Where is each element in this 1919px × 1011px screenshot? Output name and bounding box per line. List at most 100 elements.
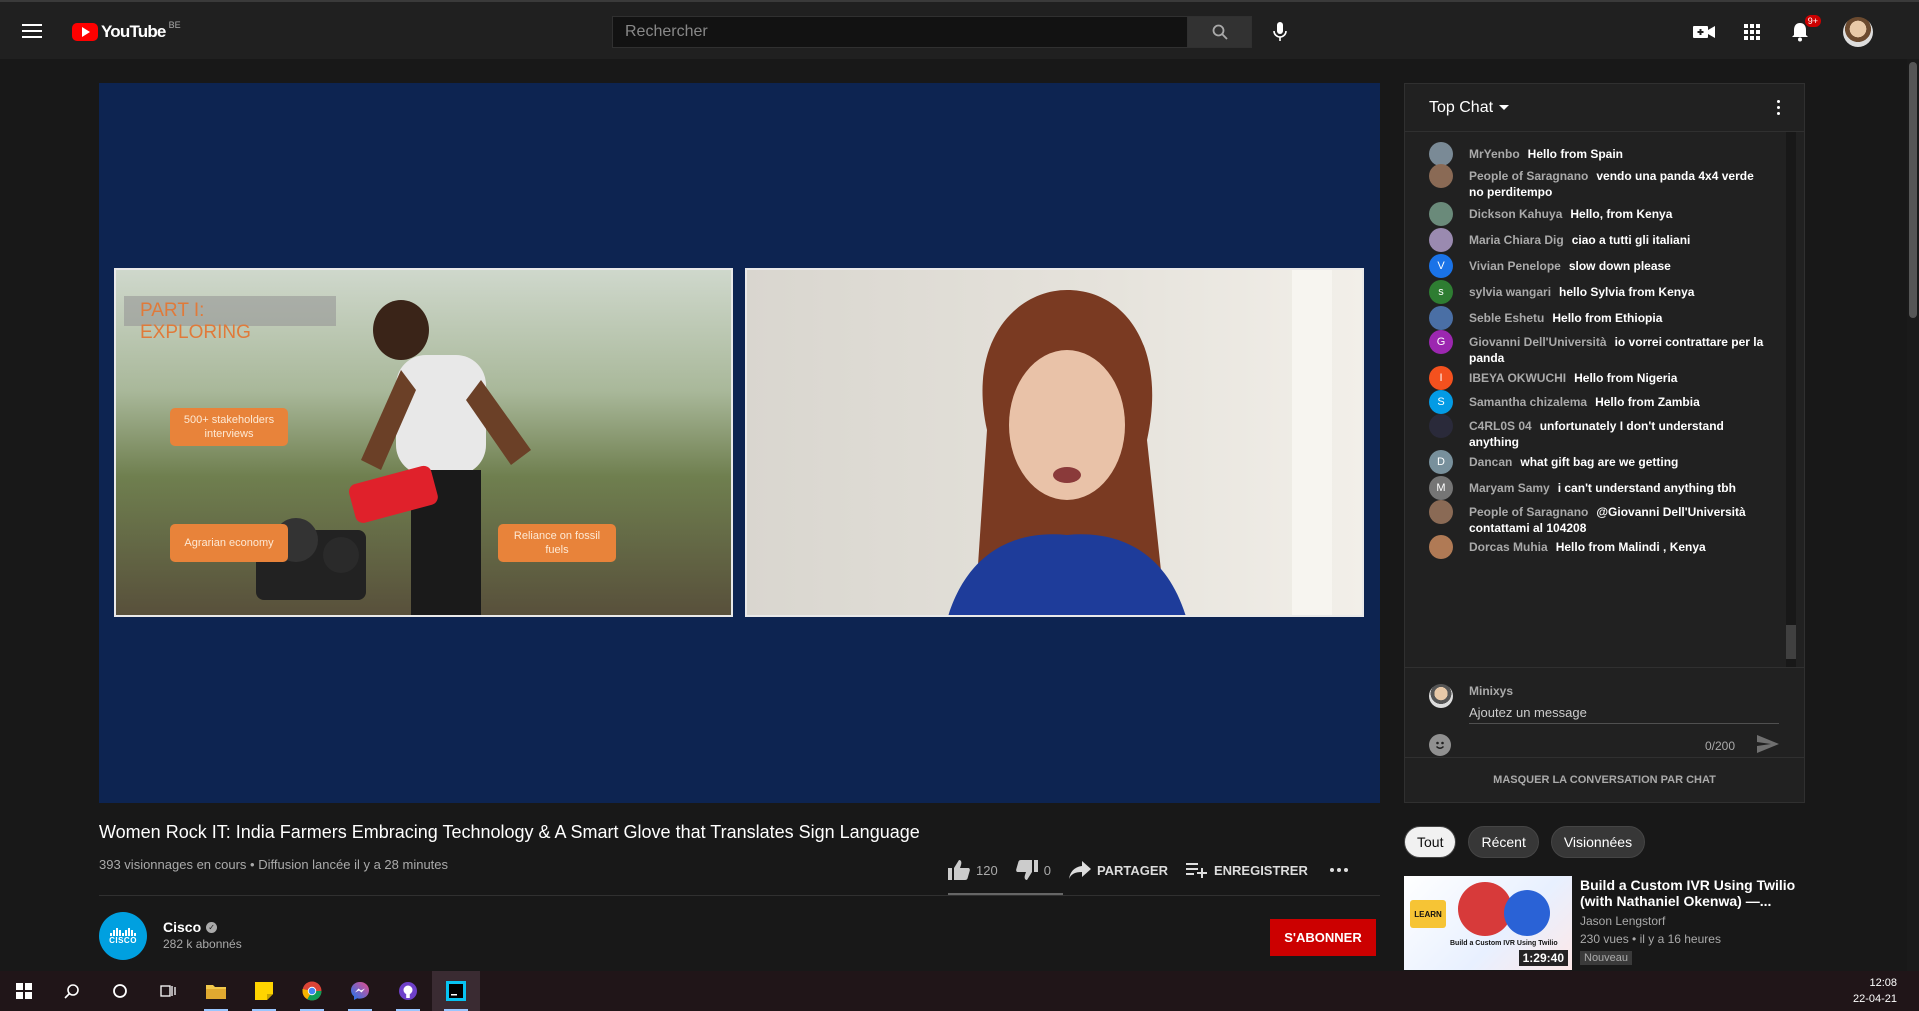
chat-message[interactable]: Dickson Kahuya Hello, from Kenya bbox=[1429, 202, 1769, 226]
chat-author-name[interactable]: Maryam Samy bbox=[1469, 481, 1550, 495]
chat-author-name[interactable]: Dickson Kahuya bbox=[1469, 207, 1562, 221]
chat-author-name[interactable]: Giovanni Dell'Università bbox=[1469, 335, 1607, 349]
like-button[interactable]: 120 bbox=[948, 860, 998, 880]
chat-author-avatar[interactable] bbox=[1429, 500, 1453, 524]
chat-author-avatar[interactable] bbox=[1429, 202, 1453, 226]
chat-author-name[interactable]: People of Saragnano bbox=[1469, 169, 1588, 183]
messenger-button[interactable] bbox=[336, 971, 384, 1011]
chat-author-avatar[interactable]: s bbox=[1429, 280, 1453, 304]
account-avatar[interactable] bbox=[1843, 17, 1873, 47]
chat-message[interactable]: People of Saragnano @Giovanni Dell'Univer… bbox=[1429, 500, 1769, 536]
channel-avatar[interactable]: CISCO bbox=[99, 912, 147, 960]
chat-message-text: Vivian Penelope slow down please bbox=[1469, 254, 1671, 278]
system-clock[interactable]: 12:08 22-04-21 bbox=[1853, 975, 1897, 1007]
chat-message[interactable]: MrYenbo Hello from Spain bbox=[1429, 142, 1769, 166]
chat-mode-dropdown[interactable]: Top Chat bbox=[1429, 99, 1510, 117]
recommended-author[interactable]: Jason Lengstorf bbox=[1580, 914, 1665, 928]
chip-recent[interactable]: Récent bbox=[1468, 826, 1539, 858]
subscribe-button[interactable]: S'ABONNER bbox=[1270, 919, 1376, 956]
chat-author-avatar[interactable] bbox=[1429, 306, 1453, 330]
chat-author-name[interactable]: C4RL0S 04 bbox=[1469, 419, 1532, 433]
chat-message[interactable]: Dorcas Muhia Hello from Malindi , Kenya bbox=[1429, 535, 1769, 559]
chat-author-name[interactable]: Dancan bbox=[1469, 455, 1512, 469]
chat-message-input[interactable] bbox=[1469, 702, 1779, 724]
chat-author-avatar[interactable] bbox=[1429, 414, 1453, 438]
voice-search-button[interactable] bbox=[1266, 18, 1294, 46]
chat-message-text: People of Saragnano vendo una panda 4x4 v… bbox=[1469, 164, 1769, 200]
chat-scrollbar[interactable] bbox=[1786, 132, 1796, 667]
chat-author-name[interactable]: Vivian Penelope bbox=[1469, 259, 1561, 273]
youtube-logo[interactable]: YouTube BE bbox=[72, 20, 181, 42]
chat-author-avatar[interactable]: G bbox=[1429, 330, 1453, 354]
chat-author-avatar[interactable]: S bbox=[1429, 390, 1453, 414]
chat-author-name[interactable]: Maria Chiara Dig bbox=[1469, 233, 1564, 247]
video-meta: 393 visionnages en cours • Diffusion lan… bbox=[99, 857, 449, 872]
chat-message[interactable]: People of Saragnano vendo una panda 4x4 v… bbox=[1429, 164, 1769, 200]
playlist-add-icon bbox=[1185, 863, 1207, 878]
chip-all[interactable]: Tout bbox=[1404, 826, 1457, 858]
chat-author-name[interactable]: MrYenbo bbox=[1469, 147, 1520, 161]
chat-author-avatar[interactable] bbox=[1429, 228, 1453, 252]
chat-author-avatar[interactable]: I bbox=[1429, 366, 1453, 390]
page-scrollbar-thumb[interactable] bbox=[1909, 62, 1917, 318]
chat-author-avatar[interactable]: M bbox=[1429, 476, 1453, 500]
chat-message[interactable]: I IBEYA OKWUCHI Hello from Nigeria bbox=[1429, 366, 1769, 390]
recommended-video[interactable]: LEARN Build a Custom IVR Using Twilio 1:… bbox=[1404, 876, 1804, 972]
messenger-icon bbox=[351, 982, 369, 1000]
chat-message[interactable]: D Dancan what gift bag are we getting bbox=[1429, 450, 1769, 474]
chrome-button[interactable] bbox=[288, 971, 336, 1011]
chat-message[interactable]: C4RL0S 04 unfortunately I don't understan… bbox=[1429, 414, 1769, 450]
webstorm-button[interactable] bbox=[432, 971, 480, 1011]
chat-message[interactable]: Maria Chiara Dig ciao a tutti gli italian… bbox=[1429, 228, 1769, 252]
dislike-button[interactable]: 0 bbox=[1015, 860, 1051, 880]
save-button[interactable]: ENREGISTRER bbox=[1185, 862, 1308, 878]
chat-message[interactable]: Seble Eshetu Hello from Ethiopia bbox=[1429, 306, 1769, 330]
search-button[interactable] bbox=[1188, 16, 1252, 48]
chat-message[interactable]: S Samantha chizalema Hello from Zambia bbox=[1429, 390, 1769, 414]
file-explorer-button[interactable] bbox=[192, 971, 240, 1011]
chip-watched[interactable]: Visionnées bbox=[1550, 826, 1646, 858]
notifications-button[interactable]: 9+ bbox=[1786, 15, 1821, 46]
create-video-button[interactable] bbox=[1690, 18, 1718, 46]
chat-author-name[interactable]: People of Saragnano bbox=[1469, 505, 1588, 519]
video-player[interactable]: PART I: EXPLORING 500+ stakeholders inte… bbox=[99, 83, 1380, 803]
start-button[interactable] bbox=[0, 971, 48, 1011]
task-view-button[interactable] bbox=[144, 971, 192, 1011]
chat-author-avatar[interactable] bbox=[1429, 535, 1453, 559]
chat-message[interactable]: G Giovanni Dell'Università io vorrei contr… bbox=[1429, 330, 1769, 366]
chat-author-name[interactable]: Dorcas Muhia bbox=[1469, 540, 1548, 554]
taskbar-search-button[interactable] bbox=[48, 971, 96, 1011]
chat-message[interactable]: M Maryam Samy i can't understand anything … bbox=[1429, 476, 1769, 500]
speaker-image bbox=[948, 290, 1186, 615]
chat-message-list[interactable]: MrYenbo Hello from Spain People of Saragna… bbox=[1405, 132, 1789, 667]
chat-menu-button[interactable] bbox=[1777, 100, 1780, 115]
chat-author-avatar[interactable] bbox=[1429, 142, 1453, 166]
chat-author-name[interactable]: IBEYA OKWUCHI bbox=[1469, 371, 1566, 385]
chat-author-name[interactable]: sylvia wangari bbox=[1469, 285, 1551, 299]
search-input[interactable] bbox=[612, 16, 1188, 48]
github-desktop-button[interactable] bbox=[384, 971, 432, 1011]
chat-scrollbar-thumb[interactable] bbox=[1786, 625, 1796, 659]
hide-chat-button[interactable]: MASQUER LA CONVERSATION PAR CHAT bbox=[1405, 757, 1804, 802]
share-button[interactable]: PARTAGER bbox=[1068, 861, 1168, 879]
chat-message[interactable]: s sylvia wangari hello Sylvia from Kenya bbox=[1429, 280, 1769, 304]
channel-name-link[interactable]: Cisco ✓ bbox=[163, 919, 218, 935]
chat-author-avatar[interactable] bbox=[1429, 164, 1453, 188]
dislike-count: 0 bbox=[1043, 862, 1051, 878]
recommended-title[interactable]: Build a Custom IVR Using Twilio (with Na… bbox=[1580, 877, 1800, 909]
sticky-notes-button[interactable] bbox=[240, 971, 288, 1011]
send-button[interactable] bbox=[1757, 735, 1779, 758]
chat-message-body: Hello, from Kenya bbox=[1570, 207, 1673, 221]
chat-author-name[interactable]: Seble Eshetu bbox=[1469, 311, 1544, 325]
chat-author-avatar[interactable]: D bbox=[1429, 450, 1453, 474]
chat-message-body: Hello from Malindi , Kenya bbox=[1555, 540, 1706, 554]
chat-author-name[interactable]: Samantha chizalema bbox=[1469, 395, 1587, 409]
cortana-button[interactable] bbox=[96, 971, 144, 1011]
apps-button[interactable] bbox=[1738, 18, 1766, 46]
emoji-button[interactable] bbox=[1429, 734, 1451, 756]
menu-icon[interactable] bbox=[22, 18, 48, 44]
more-actions-button[interactable] bbox=[1329, 868, 1348, 872]
chat-author-avatar[interactable]: V bbox=[1429, 254, 1453, 278]
chat-message[interactable]: V Vivian Penelope slow down please bbox=[1429, 254, 1769, 278]
recommended-thumbnail[interactable]: LEARN Build a Custom IVR Using Twilio 1:… bbox=[1404, 876, 1572, 970]
